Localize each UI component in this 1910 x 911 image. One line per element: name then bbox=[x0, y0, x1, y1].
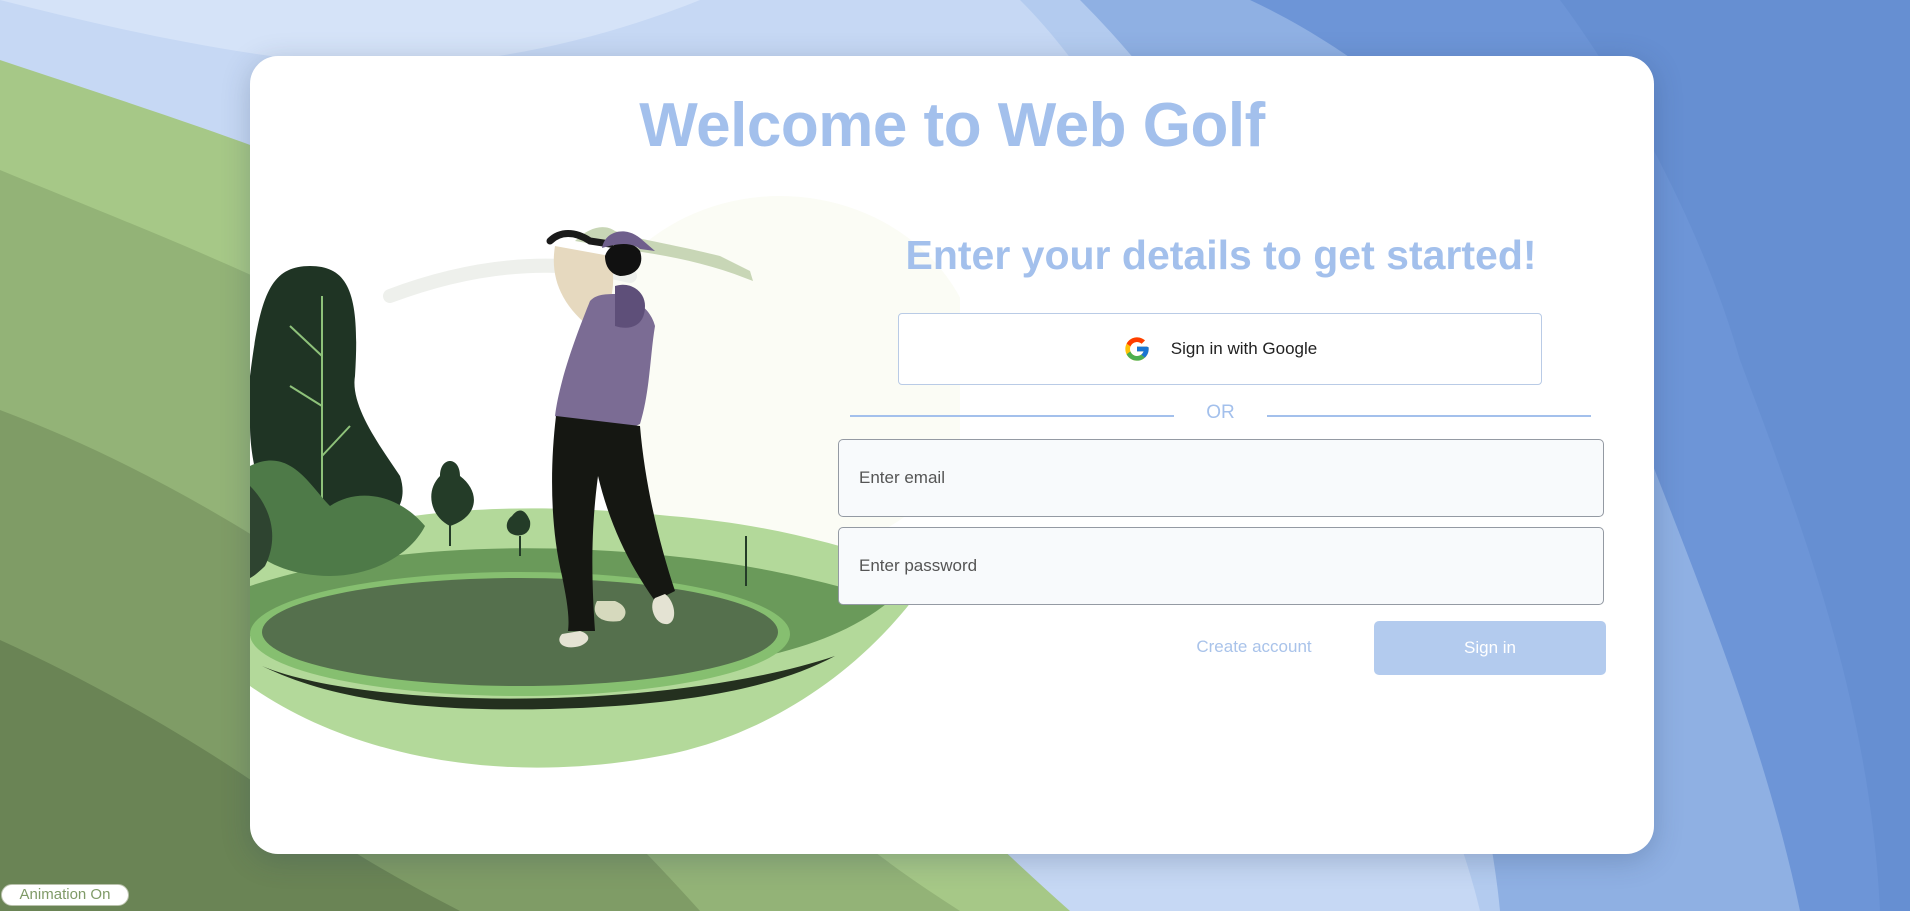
divider-line-left bbox=[850, 415, 1174, 417]
sign-in-button[interactable]: Sign in bbox=[1374, 621, 1606, 675]
google-sign-in-button[interactable]: Sign in with Google bbox=[898, 313, 1542, 385]
email-field[interactable] bbox=[838, 439, 1604, 517]
google-g-icon bbox=[1125, 337, 1149, 361]
animation-toggle[interactable]: Animation On bbox=[1, 884, 129, 906]
sign-in-card: Welcome to Web Golf Enter your details t… bbox=[250, 56, 1654, 854]
divider-label: OR bbox=[1206, 402, 1235, 423]
or-divider: OR bbox=[850, 402, 1591, 428]
password-field[interactable] bbox=[838, 527, 1604, 605]
divider-line-right bbox=[1267, 415, 1591, 417]
google-sign-in-label: Sign in with Google bbox=[1170, 339, 1318, 358]
subtitle: Enter your details to get started! bbox=[905, 232, 1537, 278]
create-account-link[interactable]: Create account bbox=[1174, 637, 1334, 657]
